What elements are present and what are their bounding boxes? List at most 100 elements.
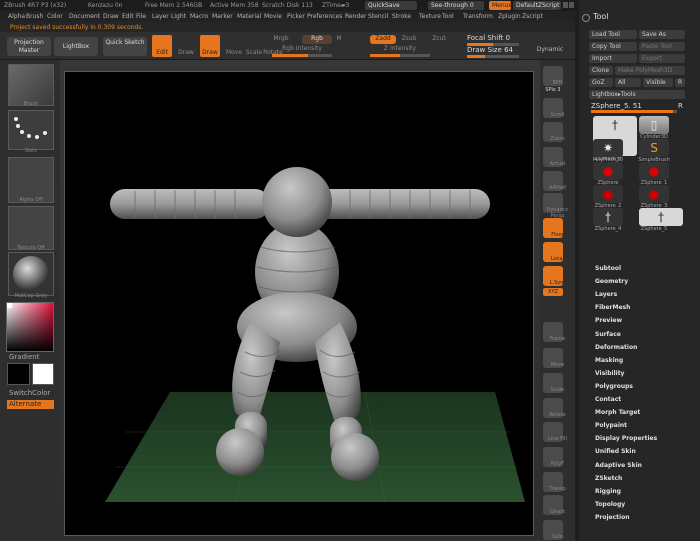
rgb-intensity-slider[interactable] — [272, 54, 332, 57]
tool-thumb-zsphere_4[interactable]: † — [593, 208, 623, 226]
goz-visible-button[interactable]: Visible — [643, 78, 673, 87]
subpalette-deformation[interactable]: Deformation — [595, 344, 637, 351]
menu-texture[interactable]: Texture — [419, 13, 441, 20]
menus-button[interactable]: Menus — [489, 1, 512, 10]
subpalette-fibermesh[interactable]: FiberMesh — [595, 304, 630, 311]
goz-button[interactable]: GoZ — [589, 78, 613, 87]
menu-preferences[interactable]: Preferences — [307, 13, 342, 20]
tool-thumb-simplebrush[interactable]: S — [639, 139, 669, 157]
lightbox-button[interactable]: LightBox — [54, 37, 98, 56]
subpalette-topology[interactable]: Topology — [595, 501, 625, 508]
goz-r-button[interactable]: R — [675, 78, 685, 87]
zsub-button[interactable]: Zsub — [398, 35, 420, 42]
subpalette-geometry[interactable]: Geometry — [595, 278, 628, 285]
menu-stencil[interactable]: Stencil — [368, 13, 388, 20]
draw-button[interactable]: Draw — [176, 49, 196, 56]
save-as-button[interactable]: Save As — [639, 30, 685, 39]
menu-stroke[interactable]: Stroke — [392, 13, 411, 20]
menu-tool[interactable]: Tool — [442, 13, 454, 20]
menu-movie[interactable]: Movie — [264, 13, 282, 20]
stroke-thumbnail[interactable] — [8, 110, 54, 150]
m-button[interactable]: M — [334, 35, 344, 42]
tool-thumb-zsphere_2[interactable]: ● — [593, 185, 623, 203]
material-thumbnail[interactable] — [8, 252, 54, 296]
subpalette-rigging[interactable]: Rigging — [595, 488, 621, 495]
subpalette-contact[interactable]: Contact — [595, 396, 621, 403]
subpalette-layers[interactable]: Layers — [595, 291, 617, 298]
subpalette-morph-target[interactable]: Morph Target — [595, 409, 640, 416]
projection-master-button[interactable]: Projection Master — [7, 37, 51, 56]
texture-thumbnail[interactable] — [8, 206, 54, 250]
current-tool-r[interactable]: R — [678, 102, 683, 110]
z-intensity-slider[interactable] — [370, 54, 430, 57]
subpalette-display-properties[interactable]: Display Properties — [595, 435, 657, 442]
subpalette-preview[interactable]: Preview — [595, 317, 622, 324]
current-tool-slider[interactable] — [591, 110, 677, 113]
subpalette-polygroups[interactable]: Polygroups — [595, 383, 633, 390]
edit-button[interactable]: Edit — [152, 35, 172, 57]
menu-transform[interactable]: Transform — [463, 13, 493, 20]
zcut-button[interactable]: Zcut — [428, 35, 450, 42]
mrgb-button[interactable]: Mrgb — [270, 35, 292, 42]
menu-layer[interactable]: Layer — [152, 13, 169, 20]
paste-tool-button[interactable]: Paste Tool — [639, 42, 685, 51]
subpalette-masking[interactable]: Masking — [595, 357, 623, 364]
import-button[interactable]: Import — [589, 54, 637, 63]
tool-thumb-polymesh3d[interactable]: ✷ — [593, 139, 623, 157]
lightbox-tools-button[interactable]: Lightbox▸Tools — [589, 90, 685, 99]
menu-color[interactable]: Color — [47, 13, 63, 20]
clone-button[interactable]: Clone — [589, 66, 613, 75]
make-polymesh-button[interactable]: Make PolyMesh3D — [615, 66, 685, 75]
secondary-color-swatch[interactable] — [32, 363, 54, 385]
goz-all-button[interactable]: All — [615, 78, 641, 87]
menu-macro[interactable]: Macro — [190, 13, 208, 20]
rgb-button[interactable]: Rgb — [302, 35, 332, 44]
subpalette-adaptive-skin[interactable]: Adaptive Skin — [595, 462, 642, 469]
menu-picker[interactable]: Picker — [287, 13, 305, 20]
subpalette-polypaint[interactable]: Polypaint — [595, 422, 627, 429]
menu-material[interactable]: Material — [237, 13, 261, 20]
draw-size-slider[interactable] — [467, 55, 519, 58]
menu-zscript[interactable]: Zscript — [522, 13, 543, 20]
quick-sketch-button[interactable]: Quick Sketch — [103, 37, 147, 56]
tool-thumb-cylinder3d[interactable]: ▯ — [639, 116, 669, 134]
tool-thumb-zsphere_5[interactable]: † — [639, 208, 683, 226]
document-canvas[interactable] — [64, 71, 534, 536]
load-tool-button[interactable]: Load Tool — [589, 30, 637, 39]
scale-button[interactable]: Scale — [244, 49, 264, 56]
tool-thumb-zsphere[interactable]: ● — [593, 162, 623, 180]
zadd-button[interactable]: Zadd — [370, 35, 396, 44]
menu-marker[interactable]: Marker — [212, 13, 233, 20]
menu-edit[interactable]: Edit — [122, 13, 134, 20]
default-zscript-button[interactable]: DefaultZScript — [513, 1, 561, 10]
subpalette-zsketch[interactable]: ZSketch — [595, 475, 622, 482]
menu-draw[interactable]: Draw — [103, 13, 119, 20]
menu-light[interactable]: Light — [171, 13, 186, 20]
menu-document[interactable]: Document — [69, 13, 100, 20]
see-through-slider[interactable]: See-through 0 — [428, 1, 484, 10]
xyz-icon[interactable]: XYZ — [543, 288, 563, 296]
alternate-button[interactable]: Alternate — [7, 400, 54, 409]
menu-brush[interactable]: Brush — [26, 13, 43, 20]
subpalette-projection[interactable]: Projection — [595, 514, 629, 521]
draw-mode-button[interactable]: Draw — [200, 35, 220, 57]
menu-zplugin[interactable]: Zplugin — [498, 13, 521, 20]
palette-dock-icon[interactable] — [582, 14, 590, 22]
subpalette-subtool[interactable]: Subtool — [595, 265, 621, 272]
tool-thumb-zsphere_1[interactable]: ● — [639, 162, 669, 180]
main-color-swatch[interactable] — [7, 363, 30, 385]
subpalette-surface[interactable]: Surface — [595, 331, 621, 338]
switch-color-button[interactable]: SwitchColor — [9, 389, 50, 397]
menu-render[interactable]: Render — [345, 13, 366, 20]
tool-thumb-zsphere_3[interactable]: ● — [639, 185, 669, 203]
export-button[interactable]: Export — [639, 54, 685, 63]
dynamic-button[interactable]: Dynamic — [535, 46, 565, 53]
copy-tool-button[interactable]: Copy Tool — [589, 42, 637, 51]
brush-thumbnail[interactable] — [8, 64, 54, 106]
subpalette-unified-skin[interactable]: Unified Skin — [595, 448, 636, 455]
move-button[interactable]: Move — [224, 49, 244, 56]
maximize-icon[interactable] — [569, 2, 574, 8]
menu-file[interactable]: File — [136, 13, 146, 20]
subpalette-visibility[interactable]: Visibility — [595, 370, 624, 377]
quicksave-button[interactable]: QuickSave — [365, 1, 417, 10]
